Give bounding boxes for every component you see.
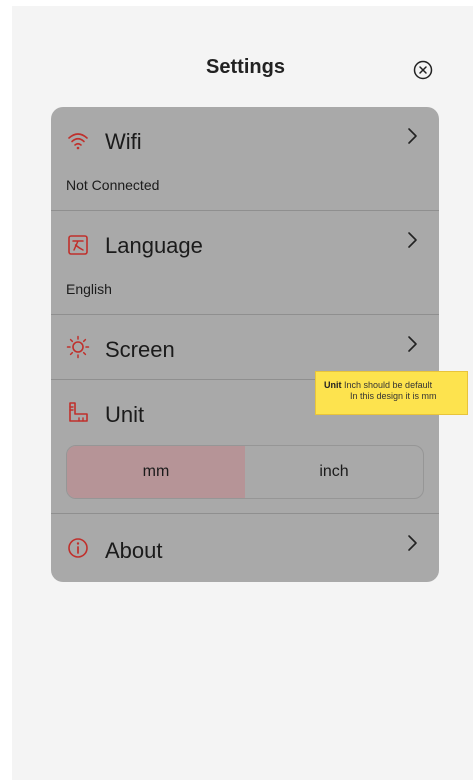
page-title: Settings <box>206 56 285 78</box>
about-label: About <box>105 538 163 563</box>
unit-option-mm[interactable]: mm <box>67 446 245 498</box>
annotation-title: Unit <box>324 380 342 390</box>
brightness-icon <box>66 335 90 359</box>
annotation-text-line2: In this design it is mm <box>350 391 437 401</box>
chevron-right-icon[interactable] <box>405 127 419 145</box>
language-label: Language <box>105 233 203 258</box>
chevron-right-icon[interactable] <box>405 534 419 552</box>
close-circle-icon[interactable] <box>413 60 433 80</box>
language-value: English <box>66 281 112 297</box>
unit-option-inch[interactable]: inch <box>245 446 423 498</box>
info-icon <box>68 538 88 558</box>
settings-row-about[interactable]: About <box>51 514 439 582</box>
chevron-right-icon[interactable] <box>405 335 419 353</box>
wifi-status: Not Connected <box>66 177 160 193</box>
settings-row-language[interactable]: Language English <box>51 211 439 314</box>
unit-toggle[interactable]: mm inch <box>66 445 424 499</box>
ruler-icon <box>69 402 88 422</box>
language-icon <box>68 235 88 255</box>
chevron-right-icon[interactable] <box>405 231 419 249</box>
design-annotation-note: Unit Inch should be default In this desi… <box>315 371 468 415</box>
screen-label: Screen <box>105 337 175 362</box>
settings-row-screen[interactable]: Screen <box>51 315 439 379</box>
unit-label: Unit <box>105 402 145 427</box>
wifi-icon <box>68 133 88 150</box>
annotation-text-line1: Inch should be default <box>344 380 433 390</box>
settings-card: Wifi Not Connected Language English Scre… <box>51 107 439 582</box>
settings-row-wifi[interactable]: Wifi Not Connected <box>51 107 439 210</box>
wifi-label: Wifi <box>105 129 142 154</box>
